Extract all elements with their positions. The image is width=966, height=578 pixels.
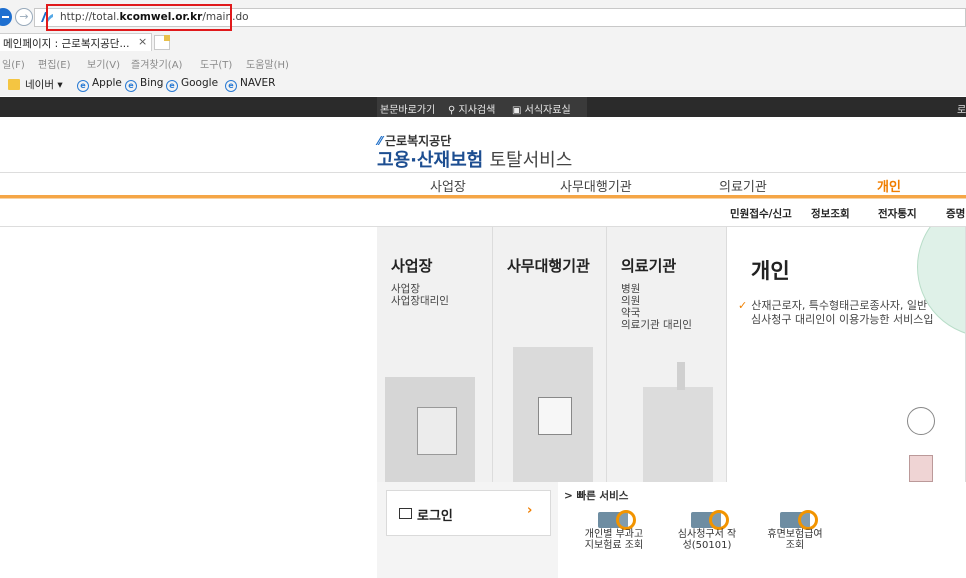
site-top-bar: 본문바로가기 ⚲ 지사검색 ▣ 서식자료실 로	[0, 97, 966, 117]
site-title[interactable]: 고용·산재보험 토탈서비스	[377, 146, 572, 172]
quick-label-line: 개인별 부과고	[584, 529, 644, 540]
ie-icon: e	[225, 80, 237, 92]
login-icon	[399, 508, 412, 519]
fav-bing[interactable]: e Bing	[125, 77, 163, 92]
menu-tools[interactable]: 도구(T)	[200, 56, 232, 71]
fav-apple[interactable]: e Apple	[77, 77, 122, 92]
panel-personal-title: 개인	[751, 259, 790, 283]
fav-naver-folder[interactable]: 네이버 ▾	[8, 77, 63, 92]
quick-label-line: 심사청구서 작	[677, 529, 737, 540]
panel-business[interactable]: 사업장 사업장 사업장대리인	[377, 227, 493, 482]
fav-google[interactable]: e Google	[166, 77, 218, 92]
panel-medical-item[interactable]: 의료기관 대리인	[621, 317, 692, 332]
address-highlight-box	[46, 4, 232, 31]
panel-medical[interactable]: 의료기관 병원 의원 약국 의료기관 대리인	[607, 227, 727, 482]
menu-bar: 일(F) 편집(E) 보기(V) 즐겨찾기(A) 도구(T) 도움말(H)	[0, 54, 966, 71]
browser-tab[interactable]: 메인페이지 : 근로복지공단... ×	[0, 33, 152, 51]
forward-button[interactable]: →	[15, 8, 33, 26]
personal-desc-line: 심사청구 대리인이 이용가능한 서비스입	[751, 313, 934, 326]
gnb-underline-shadow	[0, 198, 966, 199]
panel-medical-title: 의료기관	[621, 257, 677, 275]
search-icon: ⚲	[448, 105, 459, 116]
ie-icon: e	[125, 80, 137, 92]
quick-service-title: > 빠른 서비스	[564, 490, 629, 502]
forms-library-link[interactable]: ▣ 서식자료실	[512, 101, 571, 116]
document-icon: ▣	[512, 105, 525, 116]
panel-business-item[interactable]: 사업장대리인	[391, 293, 449, 308]
panel-personal[interactable]: 개인 ✓ 산재근로자, 특수형태근로종사자, 일반 심사청구 대리인이 이용가능한…	[727, 227, 966, 482]
chevron-right-icon: ›	[527, 503, 533, 518]
panel-agency[interactable]: 사무대행기관	[493, 227, 607, 482]
panel-business-title: 사업장	[391, 257, 433, 275]
submenu-info-lookup[interactable]: 정보조회	[811, 206, 850, 221]
calculator-search-icon[interactable]	[780, 510, 818, 530]
quick-service-item[interactable]: 심사청구서 작 성(50101)	[662, 529, 752, 551]
topbar-right-link[interactable]: 로	[957, 101, 966, 116]
hospital-illustration	[643, 387, 713, 482]
gnb-personal[interactable]: 개인	[877, 176, 901, 195]
quick-label-line: 지보험료 조회	[584, 540, 644, 551]
quick-service-item[interactable]: 개인별 부과고 지보험료 조회	[569, 529, 659, 551]
quick-service-item[interactable]: 휴면보험급여 조회	[750, 529, 840, 551]
menu-favorites[interactable]: 즐겨찾기(A)	[131, 56, 182, 71]
login-button[interactable]: 로그인 ›	[386, 490, 551, 536]
ie-icon: e	[77, 80, 89, 92]
menu-help[interactable]: 도움말(H)	[246, 56, 289, 71]
quick-service-area: > 빠른 서비스 개인별 부과고 지보험료 조회 심사청구서 작 성(50101…	[558, 482, 966, 578]
gnb-medical[interactable]: 의료기관	[719, 176, 767, 195]
cross-illustration	[677, 362, 685, 390]
submenu-certificate[interactable]: 증명	[946, 206, 965, 221]
flower-pot-illustration	[909, 455, 933, 482]
skip-to-content-link[interactable]: 본문바로가기	[380, 101, 435, 116]
gnb-divider	[0, 172, 966, 173]
ie-icon: e	[166, 80, 178, 92]
browser-chrome: → http://total.kcomwel.or.kr/main.do 메인페…	[0, 0, 966, 96]
submenu-e-notice[interactable]: 전자통지	[878, 206, 917, 221]
menu-file[interactable]: 일(F)	[2, 56, 25, 71]
branch-search-link[interactable]: ⚲ 지사검색	[448, 101, 495, 116]
menu-view[interactable]: 보기(V)	[87, 56, 120, 71]
tab-close-icon[interactable]: ×	[138, 35, 147, 48]
gnb-agency[interactable]: 사무대행기관	[560, 176, 632, 195]
folder-icon	[8, 79, 20, 90]
gnb-business[interactable]: 사업장	[430, 176, 466, 195]
submenu-civil-petition[interactable]: 민원접수/신고	[730, 206, 792, 221]
quick-label-line: 성(50101)	[682, 540, 732, 551]
panel-agency-title: 사무대행기관	[507, 257, 590, 275]
person-illustration	[417, 407, 457, 455]
chart-document-illustration	[538, 397, 572, 435]
document-edit-icon[interactable]	[691, 510, 729, 530]
quick-label-line: 휴면보험급여	[767, 529, 823, 540]
flower-illustration	[907, 407, 935, 435]
new-tab-button[interactable]	[154, 35, 170, 50]
calculator-search-icon[interactable]	[598, 510, 636, 530]
back-button[interactable]	[0, 8, 12, 26]
favorites-bar: 네이버 ▾ e Apple e Bing e Google e NAVER	[0, 74, 966, 94]
login-label: 로그인	[417, 509, 453, 524]
fav-naver[interactable]: e NAVER	[225, 77, 275, 92]
tab-title: 메인페이지 : 근로복지공단...	[3, 38, 130, 50]
quick-label-line: 조회	[785, 540, 805, 551]
check-icon: ✓	[738, 299, 748, 312]
menu-edit[interactable]: 편집(E)	[38, 56, 71, 71]
